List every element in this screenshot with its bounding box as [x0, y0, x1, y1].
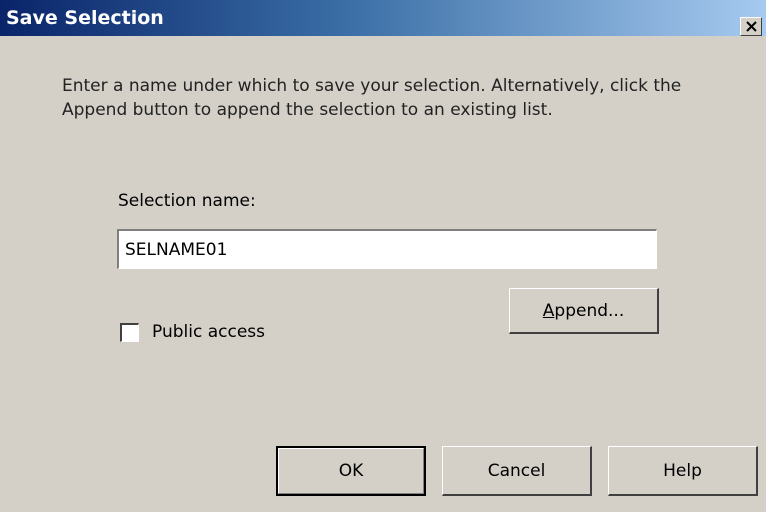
ok-button[interactable]: OK: [276, 446, 426, 496]
ok-button-label: OK: [278, 448, 424, 494]
dialog-title: Save Selection: [6, 7, 164, 29]
append-button-mnemonic: A: [542, 300, 555, 321]
append-button[interactable]: Append...: [509, 288, 659, 334]
instructions-text: Enter a name under which to save your se…: [62, 76, 682, 120]
save-selection-dialog: Save Selection Enter a name under which …: [0, 0, 766, 512]
public-access-checkbox[interactable]: [120, 322, 139, 342]
public-access-label[interactable]: Public access: [152, 322, 265, 342]
public-access-row: Public access: [120, 320, 265, 344]
close-button[interactable]: [740, 17, 762, 36]
append-button-label: ppend...: [554, 300, 625, 321]
help-button[interactable]: Help: [608, 446, 758, 496]
selection-name-input[interactable]: [117, 229, 657, 269]
close-x-icon: [746, 21, 757, 32]
cancel-button[interactable]: Cancel: [442, 446, 592, 496]
title-bar[interactable]: Save Selection: [0, 0, 766, 36]
selection-name-label: Selection name:: [118, 191, 256, 211]
